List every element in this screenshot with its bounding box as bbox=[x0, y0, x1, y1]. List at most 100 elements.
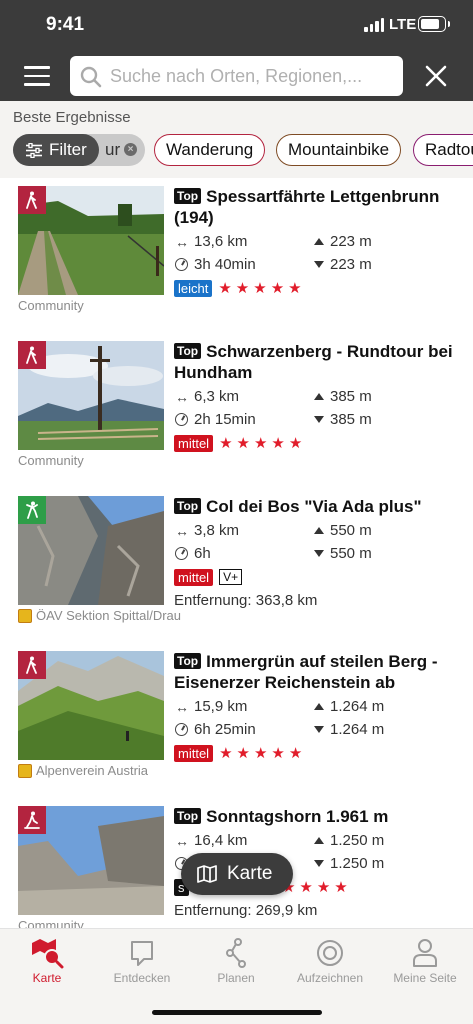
tab-planen-label: Planen bbox=[217, 971, 255, 985]
tour-title[interactable]: Top Sonntagshorn 1.961 m bbox=[174, 806, 466, 827]
tour-photo bbox=[18, 496, 164, 605]
speech-bubble-icon bbox=[95, 935, 189, 971]
search-input[interactable] bbox=[110, 62, 394, 90]
tour-ascent: 1.264 m bbox=[330, 698, 385, 715]
status-bar: 9:41 LTE bbox=[0, 0, 473, 52]
tour-distance: 3,8 km bbox=[194, 522, 240, 539]
map-search-icon bbox=[0, 935, 94, 971]
clock-icon bbox=[175, 547, 188, 560]
tab-planen[interactable]: Planen bbox=[189, 935, 283, 985]
search-icon bbox=[80, 66, 102, 88]
tab-entdecken[interactable]: Entdecken bbox=[95, 935, 189, 985]
tour-title[interactable]: Top Immergrün auf steilen Berg - Eisenerz… bbox=[174, 651, 466, 693]
descent-icon bbox=[314, 550, 324, 557]
tour-photo bbox=[18, 806, 164, 915]
tour-source: Community bbox=[18, 298, 84, 313]
tour-descent: 385 m bbox=[330, 411, 372, 428]
record-icon bbox=[283, 935, 377, 971]
distance-icon: ↔ bbox=[175, 233, 189, 250]
chip-wanderung[interactable]: Wanderung bbox=[154, 134, 266, 166]
top-badge: Top bbox=[174, 808, 202, 824]
difficulty-badge: mittel bbox=[174, 434, 214, 452]
tour-photo bbox=[18, 341, 164, 450]
tour-ascent: 385 m bbox=[330, 388, 372, 405]
tour-photo bbox=[18, 651, 164, 760]
ascent-icon bbox=[314, 837, 324, 844]
tour-card[interactable]: Alpenverein Austria Top Immergrün auf ste… bbox=[0, 643, 473, 798]
tour-ascent: 223 m bbox=[330, 233, 372, 250]
cellular-signal-icon bbox=[364, 18, 384, 32]
tour-distance: 6,3 km bbox=[194, 388, 240, 405]
ascent-icon bbox=[314, 393, 324, 400]
ascent-icon bbox=[314, 238, 324, 245]
distance-icon: ↔ bbox=[175, 832, 189, 849]
descent-icon bbox=[314, 416, 324, 423]
descent-icon bbox=[314, 261, 324, 268]
club-logo-icon bbox=[18, 763, 32, 778]
person-icon bbox=[378, 935, 472, 971]
tour-descent: 1.264 m bbox=[330, 721, 385, 738]
filter-bar: Beste Ergebnisse ur × Filter Wanderung M… bbox=[0, 101, 473, 178]
distance-icon: ↔ bbox=[175, 522, 189, 539]
hiking-icon bbox=[18, 186, 46, 214]
climbing-grade: V+ bbox=[219, 569, 243, 585]
distance-icon: ↔ bbox=[175, 388, 189, 405]
club-logo-icon bbox=[18, 608, 32, 623]
difficulty-badge: mittel bbox=[174, 568, 214, 586]
tour-descent: 550 m bbox=[330, 545, 372, 562]
tour-descent: 1.250 m bbox=[330, 855, 385, 872]
filter-label: Filter bbox=[49, 140, 87, 159]
tour-title[interactable]: Top Col dei Bos "Via Ada plus" bbox=[174, 496, 466, 517]
tab-entdecken-label: Entdecken bbox=[113, 971, 171, 985]
descent-icon bbox=[314, 860, 324, 867]
search-box[interactable] bbox=[70, 56, 403, 96]
remove-filter-icon[interactable]: × bbox=[124, 143, 137, 156]
top-badge: Top bbox=[174, 653, 202, 669]
tab-aufzeichnen-label: Aufzeichnen bbox=[296, 971, 364, 985]
tab-aufzeichnen[interactable]: Aufzeichnen bbox=[283, 935, 377, 985]
tab-karte[interactable]: Karte bbox=[0, 935, 94, 985]
network-type: LTE bbox=[389, 16, 417, 33]
chip-mountainbike[interactable]: Mountainbike bbox=[276, 134, 402, 166]
map-icon bbox=[197, 865, 217, 883]
clock-icon bbox=[175, 258, 188, 271]
tour-distance-away: Entfernung: 269,9 km bbox=[174, 902, 318, 919]
tour-duration: 6h 25min bbox=[194, 721, 256, 738]
tour-duration: 3h 40min bbox=[194, 256, 256, 273]
hiking-icon bbox=[18, 651, 46, 679]
close-icon[interactable] bbox=[424, 64, 448, 88]
route-icon bbox=[189, 935, 283, 971]
filter-button[interactable]: Filter bbox=[13, 134, 99, 166]
tour-source: ÖAV Sektion Spittal/Drau bbox=[18, 608, 181, 623]
clock: 9:41 bbox=[46, 14, 85, 35]
rating-stars: ★★★★★ bbox=[219, 745, 307, 762]
tour-distance: 15,9 km bbox=[194, 698, 248, 715]
tab-meine-seite[interactable]: Meine Seite bbox=[378, 935, 472, 985]
show-map-button[interactable]: Karte bbox=[181, 853, 293, 895]
tour-card[interactable]: Community Top Spessartfährte Lettgenbrunn… bbox=[0, 178, 473, 333]
tour-card[interactable]: ÖAV Sektion Spittal/Drau Top Col dei Bos … bbox=[0, 488, 473, 643]
clock-icon bbox=[175, 723, 188, 736]
rating-stars: ★★★★★ bbox=[218, 280, 306, 297]
ascent-icon bbox=[314, 703, 324, 710]
menu-icon[interactable] bbox=[24, 66, 50, 86]
tour-photo bbox=[18, 186, 164, 295]
tour-title[interactable]: Top Schwarzenberg - Rundtour bei Hundham bbox=[174, 341, 466, 383]
tour-distance: 16,4 km bbox=[194, 832, 248, 849]
top-bar bbox=[0, 52, 473, 101]
tab-meine-seite-label: Meine Seite bbox=[393, 971, 457, 985]
show-map-label: Karte bbox=[227, 863, 273, 884]
ascent-icon bbox=[314, 527, 324, 534]
bottom-tab-bar: Karte Entdecken Planen Aufzeichnen Meine… bbox=[0, 928, 473, 1024]
top-badge: Top bbox=[174, 498, 202, 514]
descent-icon bbox=[314, 726, 324, 733]
tour-card[interactable]: Community Top Schwarzenberg - Rundtour be… bbox=[0, 333, 473, 488]
top-badge: Top bbox=[174, 188, 202, 204]
via-ferrata-icon bbox=[18, 496, 46, 524]
top-badge: Top bbox=[174, 343, 202, 359]
hiking-icon bbox=[18, 341, 46, 369]
sliders-icon bbox=[26, 143, 42, 158]
tour-title[interactable]: Top Spessartfährte Lettgenbrunn (194) bbox=[174, 186, 466, 228]
home-indicator bbox=[152, 1010, 322, 1015]
chip-radtour[interactable]: Radtour bbox=[413, 134, 473, 166]
